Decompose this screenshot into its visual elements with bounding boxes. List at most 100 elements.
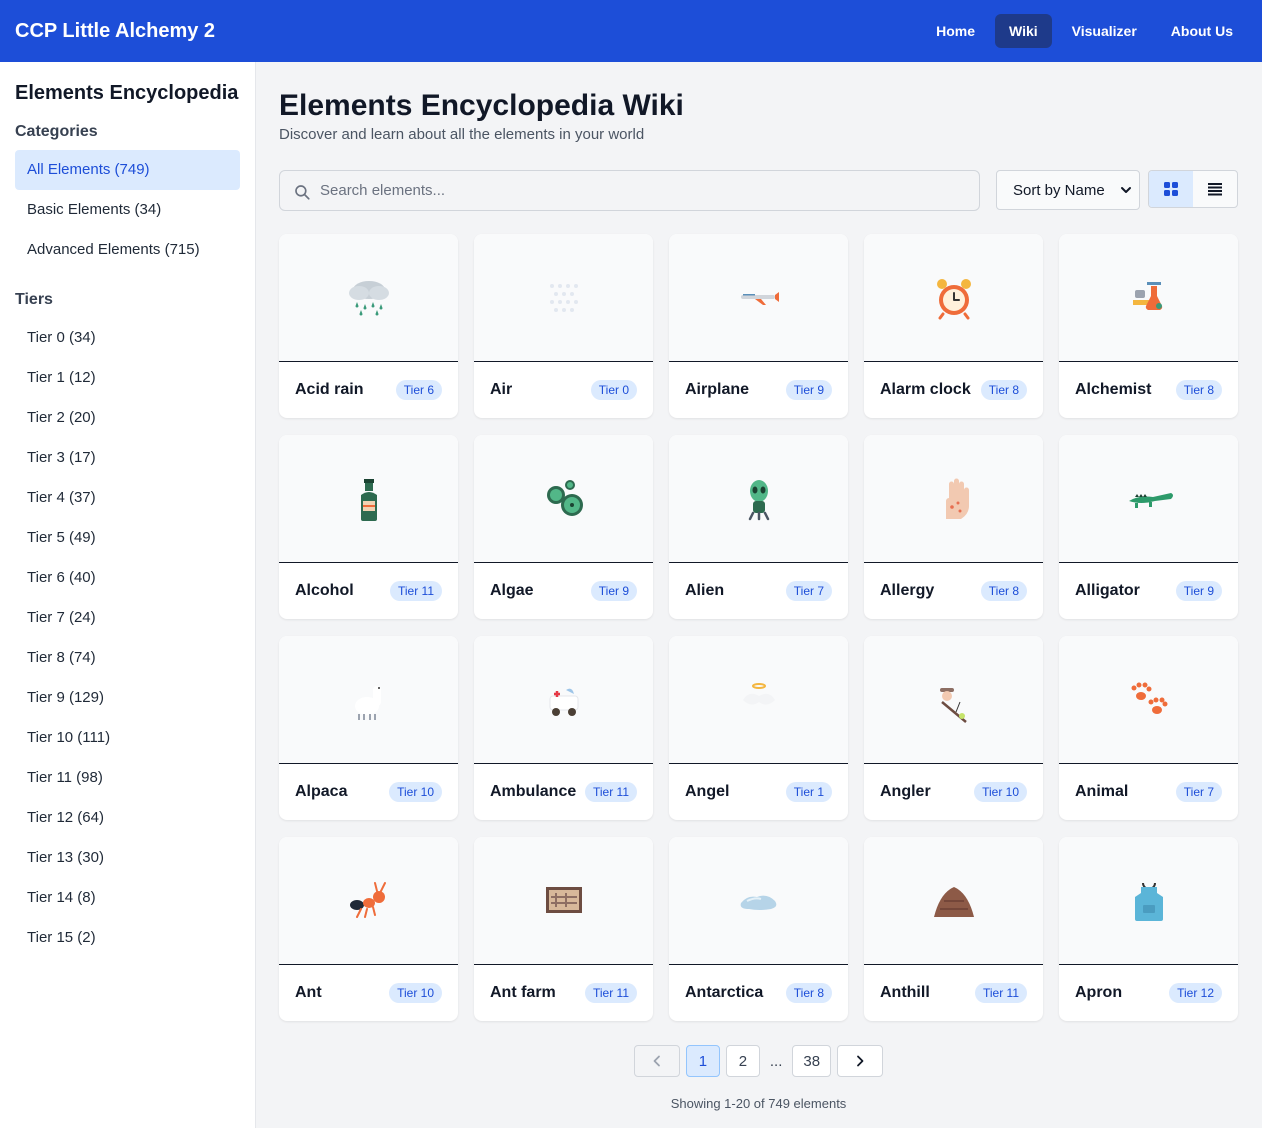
element-card-footer: Alpaca Tier 10 bbox=[279, 764, 458, 819]
grid-icon bbox=[1164, 182, 1178, 196]
app-title[interactable]: CCP Little Alchemy 2 bbox=[15, 20, 215, 43]
element-card[interactable]: Air Tier 0 bbox=[474, 234, 653, 418]
alien-icon bbox=[748, 479, 769, 520]
ant-farm-icon bbox=[545, 886, 582, 913]
element-card[interactable]: Airplane Tier 9 bbox=[669, 234, 848, 418]
element-card[interactable]: Animal Tier 7 bbox=[1059, 636, 1238, 820]
element-image bbox=[669, 234, 848, 362]
chevron-down-icon bbox=[1121, 187, 1131, 193]
element-image bbox=[1059, 636, 1238, 764]
element-name: Apron bbox=[1075, 983, 1123, 1001]
tier-item-11[interactable]: Tier 11 (98) bbox=[15, 758, 240, 798]
element-card[interactable]: Acid rain Tier 6 bbox=[279, 234, 458, 418]
element-name: Alligator bbox=[1075, 581, 1140, 599]
alchemist-icon bbox=[1132, 281, 1162, 310]
tier-badge: Tier 8 bbox=[980, 580, 1027, 601]
tier-item-7[interactable]: Tier 7 (24) bbox=[15, 598, 240, 638]
tier-item-15[interactable]: Tier 15 (2) bbox=[15, 918, 240, 958]
element-card[interactable]: Alligator Tier 9 bbox=[1059, 435, 1238, 619]
element-card-footer: Ant farm Tier 11 bbox=[474, 965, 653, 1020]
nav-home[interactable]: Home bbox=[922, 14, 989, 48]
element-card[interactable]: Ant Tier 10 bbox=[279, 837, 458, 1021]
prev-page-button[interactable] bbox=[633, 1045, 680, 1077]
element-card[interactable]: Anthill Tier 11 bbox=[864, 837, 1043, 1021]
sort-select[interactable]: Sort by Name bbox=[996, 170, 1140, 210]
page-button-38[interactable]: 38 bbox=[792, 1045, 832, 1077]
element-card[interactable]: Alien Tier 7 bbox=[669, 435, 848, 619]
element-card[interactable]: Apron Tier 12 bbox=[1059, 837, 1238, 1021]
angler-icon bbox=[939, 687, 967, 723]
main-content: Elements Encyclopedia Wiki Discover and … bbox=[256, 62, 1262, 1128]
element-name: Alarm clock bbox=[880, 380, 971, 398]
element-name: Alcohol bbox=[295, 581, 354, 599]
tier-badge: Tier 11 bbox=[584, 982, 637, 1003]
tier-item-6[interactable]: Tier 6 (40) bbox=[15, 558, 240, 598]
nav-visualizer[interactable]: Visualizer bbox=[1058, 14, 1151, 48]
element-card[interactable]: Ambulance Tier 11 bbox=[474, 636, 653, 820]
list-icon bbox=[1208, 183, 1222, 196]
search-input[interactable] bbox=[280, 171, 979, 210]
category-advanced-elements[interactable]: Advanced Elements (715) bbox=[15, 230, 240, 270]
page-subtitle: Discover and learn about all the element… bbox=[279, 126, 645, 143]
tier-item-0[interactable]: Tier 0 (34) bbox=[15, 318, 240, 358]
element-card[interactable]: Alpaca Tier 10 bbox=[279, 636, 458, 820]
element-image bbox=[474, 837, 653, 965]
element-card[interactable]: Alcohol Tier 11 bbox=[279, 435, 458, 619]
element-image bbox=[279, 636, 458, 764]
search-icon bbox=[295, 185, 310, 200]
element-card-footer: Ant Tier 10 bbox=[279, 965, 458, 1020]
page-button-1[interactable]: 1 bbox=[685, 1045, 720, 1077]
element-card[interactable]: Algae Tier 9 bbox=[474, 435, 653, 619]
category-basic-elements[interactable]: Basic Elements (34) bbox=[15, 190, 240, 230]
tier-item-8[interactable]: Tier 8 (74) bbox=[15, 638, 240, 678]
element-card[interactable]: Antarctica Tier 8 bbox=[669, 837, 848, 1021]
tier-item-4[interactable]: Tier 4 (37) bbox=[15, 478, 240, 518]
nav-about-us[interactable]: About Us bbox=[1157, 14, 1247, 48]
tier-badge: Tier 0 bbox=[590, 379, 637, 400]
element-card-footer: Angel Tier 1 bbox=[669, 764, 848, 819]
tier-item-2[interactable]: Tier 2 (20) bbox=[15, 398, 240, 438]
tier-badge: Tier 9 bbox=[1175, 580, 1222, 601]
category-all-elements[interactable]: All Elements (749) bbox=[15, 150, 240, 190]
tier-item-3[interactable]: Tier 3 (17) bbox=[15, 438, 240, 478]
tier-item-1[interactable]: Tier 1 (12) bbox=[15, 358, 240, 398]
list-view-button[interactable] bbox=[1193, 171, 1237, 207]
element-image bbox=[474, 636, 653, 764]
allergy-icon bbox=[945, 478, 969, 519]
element-image bbox=[1059, 234, 1238, 362]
view-toggle bbox=[1148, 170, 1238, 208]
element-card[interactable]: Alchemist Tier 8 bbox=[1059, 234, 1238, 418]
alcohol-icon bbox=[360, 478, 377, 521]
tier-item-12[interactable]: Tier 12 (64) bbox=[15, 798, 240, 838]
tier-item-10[interactable]: Tier 10 (111) bbox=[15, 718, 240, 758]
air-icon bbox=[549, 283, 578, 312]
pagination-summary: Showing 1-20 of 749 elements bbox=[670, 1096, 847, 1111]
tier-item-5[interactable]: Tier 5 (49) bbox=[15, 518, 240, 558]
element-card[interactable]: Ant farm Tier 11 bbox=[474, 837, 653, 1021]
tier-item-9[interactable]: Tier 9 (129) bbox=[15, 678, 240, 718]
element-card[interactable]: Angel Tier 1 bbox=[669, 636, 848, 820]
element-name: Alien bbox=[685, 581, 725, 599]
element-grid: Acid rain Tier 6 Air Tier 0 Airplane Tier 9 Al… bbox=[279, 234, 1238, 1021]
tier-item-14[interactable]: Tier 14 (8) bbox=[15, 878, 240, 918]
element-name: Algae bbox=[490, 581, 534, 599]
element-name: Angler bbox=[880, 782, 931, 800]
element-card[interactable]: Angler Tier 10 bbox=[864, 636, 1043, 820]
alarm-clock-icon bbox=[936, 278, 971, 319]
alligator-icon bbox=[1128, 492, 1173, 508]
grid-view-button[interactable] bbox=[1149, 171, 1193, 207]
tier-item-13[interactable]: Tier 13 (30) bbox=[15, 838, 240, 878]
tier-badge: Tier 12 bbox=[1169, 982, 1222, 1003]
element-card[interactable]: Alarm clock Tier 8 bbox=[864, 234, 1043, 418]
element-name: Ant farm bbox=[490, 983, 556, 1001]
element-card[interactable]: Allergy Tier 8 bbox=[864, 435, 1043, 619]
chevron-right-icon bbox=[857, 1055, 864, 1067]
element-card-footer: Air Tier 0 bbox=[474, 362, 653, 417]
element-image bbox=[279, 435, 458, 563]
element-name: Animal bbox=[1075, 782, 1129, 800]
page-button-2[interactable]: 2 bbox=[725, 1045, 760, 1077]
next-page-button[interactable] bbox=[837, 1045, 884, 1077]
element-image bbox=[1059, 837, 1238, 965]
tier-badge: Tier 10 bbox=[974, 781, 1027, 802]
nav-wiki[interactable]: Wiki bbox=[995, 14, 1052, 48]
